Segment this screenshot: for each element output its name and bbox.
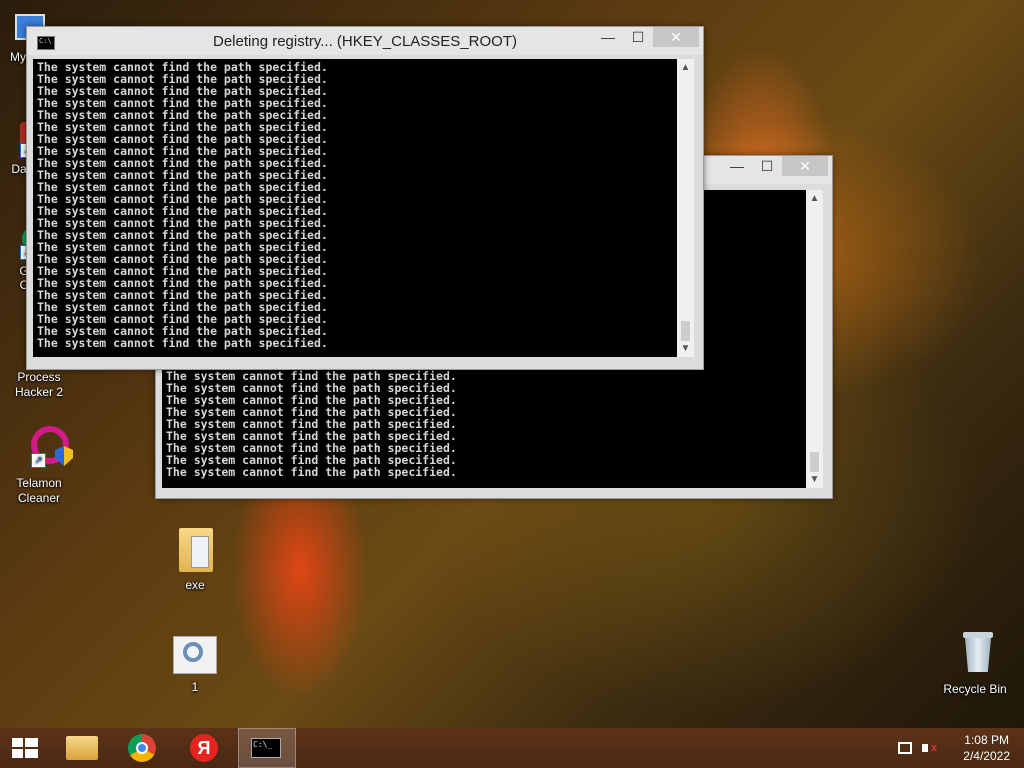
maximize-button[interactable]: ☐ <box>623 27 653 47</box>
start-button[interactable] <box>0 728 50 768</box>
scroll-up-arrow[interactable]: ▲ <box>806 190 823 207</box>
taskbar-file-explorer[interactable] <box>54 728 110 768</box>
desktop-icon-exe-folder[interactable]: exe <box>158 524 232 592</box>
clock-time: 1:08 PM <box>964 733 1009 747</box>
taskbar-yandex-browser[interactable]: Я <box>178 728 234 768</box>
volume-muted-icon[interactable]: x <box>922 741 938 755</box>
console-text: The system cannot find the path specifie… <box>37 60 328 350</box>
desktop-icon-label: Recycle Bin <box>943 682 1007 696</box>
minimize-button[interactable]: — <box>722 156 752 176</box>
scroll-thumb[interactable] <box>810 452 819 472</box>
maximize-button[interactable]: ☐ <box>752 156 782 176</box>
settings-file-icon <box>173 634 217 676</box>
file-explorer-icon <box>66 736 98 760</box>
scroll-up-arrow[interactable]: ▲ <box>677 59 694 76</box>
taskbar: Я C:\_ x 1:08 PM 2/4/2022 <box>0 728 1024 768</box>
clock[interactable]: 1:08 PM 2/4/2022 <box>963 732 1010 764</box>
minimize-button[interactable]: — <box>593 27 623 47</box>
scroll-down-arrow[interactable]: ▼ <box>806 471 823 488</box>
yandex-browser-icon: Я <box>190 734 218 762</box>
shortcut-arrow-icon: ↗ <box>31 453 46 468</box>
taskbar-chrome[interactable] <box>116 728 172 768</box>
vertical-scrollbar[interactable]: ▲ ▼ <box>806 190 823 488</box>
desktop-icon-label: 1 <box>191 680 199 694</box>
console-output: The system cannot find the path specifie… <box>33 59 677 357</box>
clock-date: 2/4/2022 <box>963 749 1010 763</box>
desktop-icon-recycle-bin[interactable]: Recycle Bin <box>938 630 1012 696</box>
console-window-front[interactable]: C:\ Deleting registry... (HKEY_CLASSES_R… <box>26 26 704 370</box>
desktop-icon-label: Telamon Cleaner <box>16 476 62 505</box>
scroll-thumb[interactable] <box>681 321 690 341</box>
scroll-down-arrow[interactable]: ▼ <box>677 340 694 357</box>
chrome-icon <box>128 734 156 762</box>
taskbar-command-prompt[interactable]: C:\_ <box>238 728 296 768</box>
network-icon[interactable] <box>898 742 912 754</box>
recycle-bin-icon <box>953 630 997 678</box>
vertical-scrollbar[interactable]: ▲ ▼ <box>677 59 694 357</box>
command-prompt-icon: C:\_ <box>251 738 281 758</box>
close-button[interactable]: ✕ <box>782 156 828 176</box>
close-button[interactable]: ✕ <box>653 27 699 47</box>
desktop-icon-telamon-cleaner[interactable]: ↗ Telamon Cleaner <box>2 424 76 506</box>
windows-logo-icon <box>12 738 38 758</box>
desktop-icon-1[interactable]: 1 <box>158 634 232 694</box>
title-bar[interactable]: C:\ Deleting registry... (HKEY_CLASSES_R… <box>27 27 703 55</box>
telamon-cleaner-icon: ↗ <box>17 424 73 472</box>
console-text: The system cannot find the path specifie… <box>166 369 457 479</box>
desktop-icon-label: Process Hacker 2 <box>14 370 64 399</box>
folder-icon <box>173 524 217 574</box>
desktop-icon-label: exe <box>185 578 205 592</box>
